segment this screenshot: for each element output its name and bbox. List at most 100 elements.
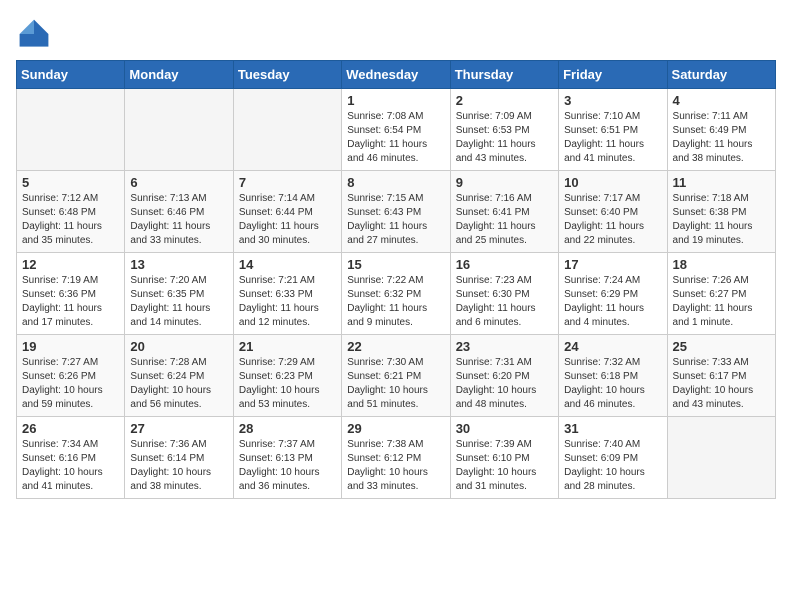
day-number: 27 bbox=[130, 421, 227, 436]
day-info: Sunrise: 7:18 AM Sunset: 6:38 PM Dayligh… bbox=[673, 192, 770, 248]
column-header-thursday: Thursday bbox=[450, 61, 558, 89]
day-info: Sunrise: 7:10 AM Sunset: 6:51 PM Dayligh… bbox=[564, 110, 661, 166]
day-cell-27: 27 Sunrise: 7:36 AM Sunset: 6:14 PM Dayli… bbox=[125, 417, 233, 499]
day-info: Sunrise: 7:27 AM Sunset: 6:26 PM Dayligh… bbox=[22, 356, 119, 412]
day-number: 8 bbox=[347, 175, 444, 190]
week-row-4: 19 Sunrise: 7:27 AM Sunset: 6:26 PM Dayli… bbox=[17, 335, 776, 417]
empty-cell bbox=[125, 89, 233, 171]
day-info: Sunrise: 7:20 AM Sunset: 6:35 PM Dayligh… bbox=[130, 274, 227, 330]
day-info: Sunrise: 7:12 AM Sunset: 6:48 PM Dayligh… bbox=[22, 192, 119, 248]
day-number: 2 bbox=[456, 93, 553, 108]
page-header bbox=[16, 16, 776, 52]
week-row-3: 12 Sunrise: 7:19 AM Sunset: 6:36 PM Dayli… bbox=[17, 253, 776, 335]
day-number: 9 bbox=[456, 175, 553, 190]
day-info: Sunrise: 7:33 AM Sunset: 6:17 PM Dayligh… bbox=[673, 356, 770, 412]
day-info: Sunrise: 7:17 AM Sunset: 6:40 PM Dayligh… bbox=[564, 192, 661, 248]
day-cell-6: 6 Sunrise: 7:13 AM Sunset: 6:46 PM Daylig… bbox=[125, 171, 233, 253]
day-number: 30 bbox=[456, 421, 553, 436]
empty-cell bbox=[233, 89, 341, 171]
day-info: Sunrise: 7:14 AM Sunset: 6:44 PM Dayligh… bbox=[239, 192, 336, 248]
day-cell-5: 5 Sunrise: 7:12 AM Sunset: 6:48 PM Daylig… bbox=[17, 171, 125, 253]
day-number: 23 bbox=[456, 339, 553, 354]
day-cell-30: 30Sunrise: 7:39 AM Sunset: 6:10 PM Dayli… bbox=[450, 417, 558, 499]
day-info: Sunrise: 7:09 AM Sunset: 6:53 PM Dayligh… bbox=[456, 110, 553, 166]
day-cell-28: 28Sunrise: 7:37 AM Sunset: 6:13 PM Dayli… bbox=[233, 417, 341, 499]
day-number: 17 bbox=[564, 257, 661, 272]
day-cell-2: 2 Sunrise: 7:09 AM Sunset: 6:53 PM Daylig… bbox=[450, 89, 558, 171]
day-info: Sunrise: 7:29 AM Sunset: 6:23 PM Dayligh… bbox=[239, 356, 336, 412]
day-info: Sunrise: 7:38 AM Sunset: 6:12 PM Dayligh… bbox=[347, 438, 444, 494]
day-cell-20: 20 Sunrise: 7:28 AM Sunset: 6:24 PM Dayli… bbox=[125, 335, 233, 417]
day-cell-21: 21 Sunrise: 7:29 AM Sunset: 6:23 PM Dayli… bbox=[233, 335, 341, 417]
logo-icon bbox=[16, 16, 52, 52]
day-number: 19 bbox=[22, 339, 119, 354]
day-cell-16: 16 Sunrise: 7:23 AM Sunset: 6:30 PM Dayli… bbox=[450, 253, 558, 335]
day-number: 6 bbox=[130, 175, 227, 190]
day-number: 12 bbox=[22, 257, 119, 272]
day-number: 20 bbox=[130, 339, 227, 354]
day-number: 22 bbox=[347, 339, 444, 354]
week-row-1: 1 Sunrise: 7:08 AM Sunset: 6:54 PM Daylig… bbox=[17, 89, 776, 171]
day-cell-23: 23 Sunrise: 7:31 AM Sunset: 6:20 PM Dayli… bbox=[450, 335, 558, 417]
day-cell-22: 22 Sunrise: 7:30 AM Sunset: 6:21 PM Dayli… bbox=[342, 335, 450, 417]
day-number: 5 bbox=[22, 175, 119, 190]
day-cell-9: 9Sunrise: 7:16 AM Sunset: 6:41 PM Daylig… bbox=[450, 171, 558, 253]
day-number: 10 bbox=[564, 175, 661, 190]
day-info: Sunrise: 7:37 AM Sunset: 6:13 PM Dayligh… bbox=[239, 438, 336, 494]
day-cell-1: 1 Sunrise: 7:08 AM Sunset: 6:54 PM Daylig… bbox=[342, 89, 450, 171]
day-cell-8: 8 Sunrise: 7:15 AM Sunset: 6:43 PM Daylig… bbox=[342, 171, 450, 253]
day-info: Sunrise: 7:21 AM Sunset: 6:33 PM Dayligh… bbox=[239, 274, 336, 330]
day-number: 29 bbox=[347, 421, 444, 436]
day-cell-12: 12 Sunrise: 7:19 AM Sunset: 6:36 PM Dayli… bbox=[17, 253, 125, 335]
day-cell-18: 18 Sunrise: 7:26 AM Sunset: 6:27 PM Dayli… bbox=[667, 253, 775, 335]
day-number: 11 bbox=[673, 175, 770, 190]
day-info: Sunrise: 7:11 AM Sunset: 6:49 PM Dayligh… bbox=[673, 110, 770, 166]
day-cell-29: 29 Sunrise: 7:38 AM Sunset: 6:12 PM Dayli… bbox=[342, 417, 450, 499]
day-cell-24: 24 Sunrise: 7:32 AM Sunset: 6:18 PM Dayli… bbox=[559, 335, 667, 417]
day-info: Sunrise: 7:34 AM Sunset: 6:16 PM Dayligh… bbox=[22, 438, 119, 494]
day-cell-3: 3 Sunrise: 7:10 AM Sunset: 6:51 PM Daylig… bbox=[559, 89, 667, 171]
day-info: Sunrise: 7:26 AM Sunset: 6:27 PM Dayligh… bbox=[673, 274, 770, 330]
day-number: 31 bbox=[564, 421, 661, 436]
day-number: 21 bbox=[239, 339, 336, 354]
day-info: Sunrise: 7:28 AM Sunset: 6:24 PM Dayligh… bbox=[130, 356, 227, 412]
day-cell-4: 4 Sunrise: 7:11 AM Sunset: 6:49 PM Daylig… bbox=[667, 89, 775, 171]
day-cell-15: 15Sunrise: 7:22 AM Sunset: 6:32 PM Dayli… bbox=[342, 253, 450, 335]
day-info: Sunrise: 7:13 AM Sunset: 6:46 PM Dayligh… bbox=[130, 192, 227, 248]
day-cell-19: 19 Sunrise: 7:27 AM Sunset: 6:26 PM Dayli… bbox=[17, 335, 125, 417]
day-cell-17: 17 Sunrise: 7:24 AM Sunset: 6:29 PM Dayli… bbox=[559, 253, 667, 335]
day-number: 13 bbox=[130, 257, 227, 272]
day-info: Sunrise: 7:30 AM Sunset: 6:21 PM Dayligh… bbox=[347, 356, 444, 412]
day-number: 25 bbox=[673, 339, 770, 354]
day-cell-14: 14 Sunrise: 7:21 AM Sunset: 6:33 PM Dayli… bbox=[233, 253, 341, 335]
day-info: Sunrise: 7:24 AM Sunset: 6:29 PM Dayligh… bbox=[564, 274, 661, 330]
day-info: Sunrise: 7:32 AM Sunset: 6:18 PM Dayligh… bbox=[564, 356, 661, 412]
day-number: 3 bbox=[564, 93, 661, 108]
day-info: Sunrise: 7:31 AM Sunset: 6:20 PM Dayligh… bbox=[456, 356, 553, 412]
day-cell-10: 10 Sunrise: 7:17 AM Sunset: 6:40 PM Dayli… bbox=[559, 171, 667, 253]
day-number: 24 bbox=[564, 339, 661, 354]
week-row-5: 26 Sunrise: 7:34 AM Sunset: 6:16 PM Dayli… bbox=[17, 417, 776, 499]
day-number: 16 bbox=[456, 257, 553, 272]
day-info: Sunrise: 7:19 AM Sunset: 6:36 PM Dayligh… bbox=[22, 274, 119, 330]
day-info: Sunrise: 7:40 AM Sunset: 6:09 PM Dayligh… bbox=[564, 438, 661, 494]
day-cell-13: 13 Sunrise: 7:20 AM Sunset: 6:35 PM Dayli… bbox=[125, 253, 233, 335]
day-number: 18 bbox=[673, 257, 770, 272]
day-number: 14 bbox=[239, 257, 336, 272]
empty-cell bbox=[667, 417, 775, 499]
day-info: Sunrise: 7:22 AM Sunset: 6:32 PM Dayligh… bbox=[347, 274, 444, 330]
day-number: 4 bbox=[673, 93, 770, 108]
day-cell-11: 11 Sunrise: 7:18 AM Sunset: 6:38 PM Dayli… bbox=[667, 171, 775, 253]
day-info: Sunrise: 7:08 AM Sunset: 6:54 PM Dayligh… bbox=[347, 110, 444, 166]
column-header-monday: Monday bbox=[125, 61, 233, 89]
day-info: Sunrise: 7:15 AM Sunset: 6:43 PM Dayligh… bbox=[347, 192, 444, 248]
day-number: 26 bbox=[22, 421, 119, 436]
column-header-saturday: Saturday bbox=[667, 61, 775, 89]
day-info: Sunrise: 7:36 AM Sunset: 6:14 PM Dayligh… bbox=[130, 438, 227, 494]
day-cell-31: 31 Sunrise: 7:40 AM Sunset: 6:09 PM Dayli… bbox=[559, 417, 667, 499]
day-info: Sunrise: 7:23 AM Sunset: 6:30 PM Dayligh… bbox=[456, 274, 553, 330]
column-header-sunday: Sunday bbox=[17, 61, 125, 89]
day-cell-7: 7 Sunrise: 7:14 AM Sunset: 6:44 PM Daylig… bbox=[233, 171, 341, 253]
day-number: 7 bbox=[239, 175, 336, 190]
day-number: 1 bbox=[347, 93, 444, 108]
